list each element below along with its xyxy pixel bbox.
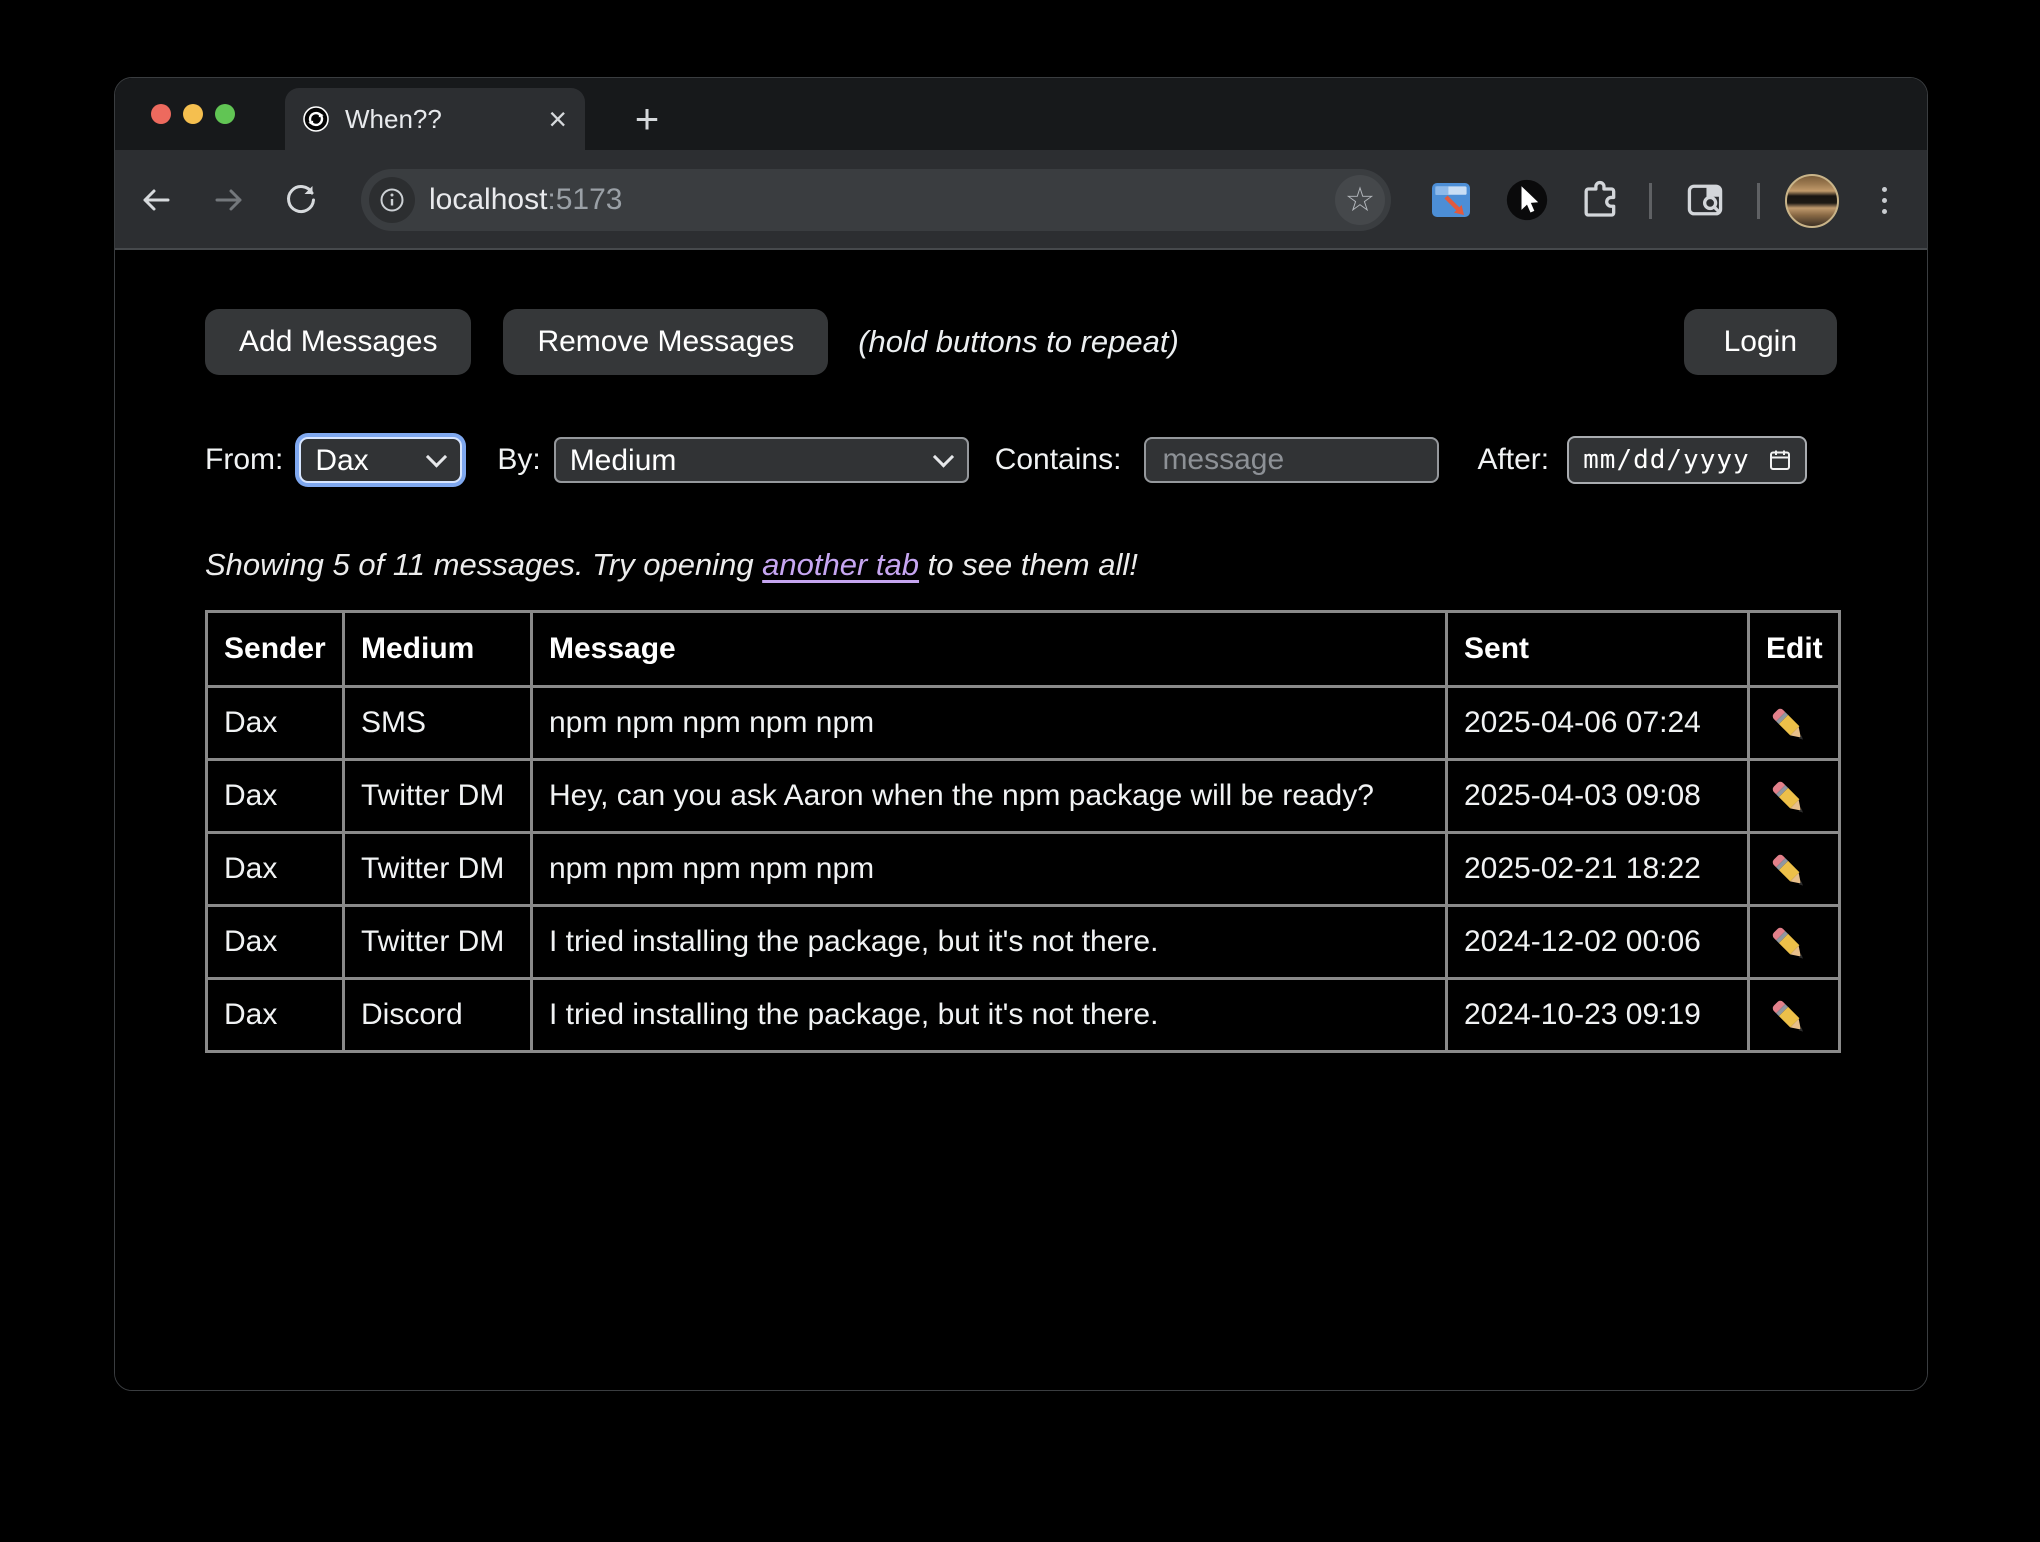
forward-button[interactable] [207,178,251,222]
page-content: Add Messages Remove Messages (hold butto… [115,250,1927,1390]
table-header-row: Sender Medium Message Sent Edit [207,612,1840,687]
status-before-link: Showing 5 of 11 messages. Try opening [205,547,762,582]
new-tab-button[interactable]: + [615,88,679,150]
profile-avatar[interactable] [1785,174,1839,228]
login-button[interactable]: Login [1684,309,1837,375]
traffic-lights [151,78,235,150]
tab-title: When?? [345,104,548,135]
cell-medium: Twitter DM [344,906,532,979]
filter-row: From: Dax By: Medium Contains: After: mm… [205,436,1837,484]
header-sent: Sent [1447,612,1749,687]
tab-strip: When?? × + [115,78,1927,150]
edit-pencil-icon[interactable] [1771,780,1808,817]
from-label: From: [205,443,283,477]
action-row: Add Messages Remove Messages (hold butto… [205,309,1837,375]
status-after-link: to see them all! [919,547,1138,582]
header-edit: Edit [1749,612,1840,687]
back-button[interactable] [134,178,178,222]
from-select-wrap: Dax [299,437,462,483]
by-select-wrap: Medium [554,437,969,483]
address-bar[interactable]: localhost:5173 ☆ [361,169,1391,231]
window-resizer-extension-icon[interactable] [1429,178,1473,222]
site-info-icon[interactable] [369,177,415,223]
cell-sent: 2025-04-06 07:24 [1447,687,1749,760]
zoom-window-button[interactable] [215,104,235,124]
extensions-puzzle-icon[interactable] [1577,178,1621,222]
remove-messages-button[interactable]: Remove Messages [503,309,828,375]
cell-edit [1749,760,1840,833]
cell-sent: 2025-04-03 09:08 [1447,760,1749,833]
cell-edit [1749,833,1840,906]
table-row: Dax Twitter DM Hey, can you ask Aaron wh… [207,760,1840,833]
url-text: localhost:5173 [429,169,622,231]
cell-edit [1749,687,1840,760]
messages-table: Sender Medium Message Sent Edit Dax SMS … [205,610,1841,1053]
contains-label: Contains: [995,443,1122,477]
url-port: :5173 [547,183,622,217]
table-row: Dax SMS npm npm npm npm npm 2025-04-06 0… [207,687,1840,760]
by-label: By: [497,443,540,477]
table-row: Dax Twitter DM I tried installing the pa… [207,906,1840,979]
cell-medium: Twitter DM [344,833,532,906]
tab-search-icon[interactable] [1683,178,1727,222]
cell-message: I tried installing the package, but it's… [532,906,1447,979]
edit-pencil-icon[interactable] [1771,926,1808,963]
cell-medium: Twitter DM [344,760,532,833]
cell-sender: Dax [207,979,344,1052]
browser-menu-kebab-icon[interactable] [1862,178,1906,222]
another-tab-link[interactable]: another tab [762,547,919,582]
minimize-window-button[interactable] [183,104,203,124]
add-messages-button[interactable]: Add Messages [205,309,471,375]
cell-sender: Dax [207,760,344,833]
cell-message: Hey, can you ask Aaron when the npm pack… [532,760,1447,833]
edit-pencil-icon[interactable] [1771,707,1808,744]
toolbar-divider [1757,183,1760,219]
reload-button[interactable] [279,178,323,222]
cell-message: I tried installing the package, but it's… [532,979,1447,1052]
close-tab-icon[interactable]: × [548,103,567,135]
date-placeholder: mm/dd/yyyy [1583,445,1750,475]
edit-pencil-icon[interactable] [1771,999,1808,1036]
cell-edit [1749,979,1840,1052]
cursor-extension-icon[interactable] [1505,178,1549,222]
header-medium: Medium [344,612,532,687]
bookmark-star-icon: ☆ [1345,183,1375,217]
cell-sent: 2024-12-02 00:06 [1447,906,1749,979]
cell-sender: Dax [207,687,344,760]
header-message: Message [532,612,1447,687]
url-host: localhost [429,183,547,217]
bookmark-chip[interactable]: ☆ [1335,175,1385,225]
contains-input[interactable] [1144,437,1439,483]
browser-toolbar: localhost:5173 ☆ [115,150,1927,250]
header-sender: Sender [207,612,344,687]
status-line: Showing 5 of 11 messages. Try opening an… [205,547,1837,583]
tab-favicon-sync-icon [303,106,329,132]
from-select[interactable]: Dax [299,437,462,483]
cell-medium: Discord [344,979,532,1052]
edit-pencil-icon[interactable] [1771,853,1808,890]
table-row: Dax Discord I tried installing the packa… [207,979,1840,1052]
cell-message: npm npm npm npm npm [532,833,1447,906]
cell-sender: Dax [207,833,344,906]
after-label: After: [1477,443,1549,477]
cell-message: npm npm npm npm npm [532,687,1447,760]
hold-buttons-hint: (hold buttons to repeat) [858,324,1179,360]
browser-tab[interactable]: When?? × [285,88,585,150]
table-row: Dax Twitter DM npm npm npm npm npm 2025-… [207,833,1840,906]
cell-sent: 2024-10-23 09:19 [1447,979,1749,1052]
browser-window: When?? × + localhost:5173 [114,77,1928,1391]
cell-sent: 2025-02-21 18:22 [1447,833,1749,906]
cell-sender: Dax [207,906,344,979]
close-window-button[interactable] [151,104,171,124]
cell-edit [1749,906,1840,979]
cell-medium: SMS [344,687,532,760]
after-date-input[interactable]: mm/dd/yyyy [1567,436,1807,484]
calendar-icon[interactable] [1767,447,1793,473]
toolbar-divider [1649,183,1652,219]
by-select[interactable]: Medium [554,437,969,483]
